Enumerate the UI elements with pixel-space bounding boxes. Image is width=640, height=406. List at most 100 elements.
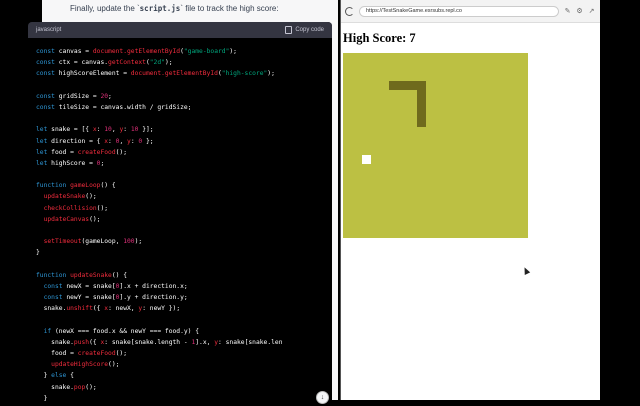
code-language-label: javascript	[36, 27, 62, 33]
code-token: updateSnake	[70, 271, 112, 279]
code-token: }	[36, 249, 40, 257]
code-token: :	[108, 137, 116, 145]
code-line: let snake = [{ x: 10, y: 10 }];	[36, 124, 282, 135]
mouse-cursor-icon	[521, 266, 531, 275]
code-token: gridSize =	[58, 92, 101, 100]
code-token: ].x + direction.x;	[119, 282, 188, 290]
code-line: function gameLoop() {	[36, 180, 282, 191]
code-token: 100	[123, 238, 135, 246]
code-token: direction = {	[51, 137, 105, 145]
code-token: getContext	[108, 59, 146, 67]
code-token: ].y + direction.y;	[119, 294, 188, 302]
code-token: createFood	[77, 148, 116, 156]
code-line: }	[36, 247, 282, 258]
scroll-down-button[interactable]: ↓	[316, 391, 329, 404]
code-line: let direction = { x: 0, y: 0 };	[36, 136, 282, 147]
code-token: createFood	[77, 350, 116, 358]
code-token: ();	[89, 215, 101, 223]
code-token: function	[36, 271, 71, 279]
code-token: :	[123, 126, 131, 134]
code-header: javascript Copy code	[28, 22, 332, 38]
code-line: const canvas = document.getElementById("…	[36, 46, 282, 57]
code-line: snake.unshift({ x: newX, y: newY });	[36, 303, 282, 314]
intro-suffix: ` file to track the high score:	[180, 4, 279, 13]
code-token: ();	[85, 383, 97, 391]
intro-prefix: Finally, update the `	[70, 4, 140, 13]
snake-segment	[417, 117, 427, 127]
snake-segment	[417, 90, 427, 100]
code-token: 20	[100, 92, 109, 100]
code-token: canvas =	[58, 48, 93, 55]
game-board[interactable]	[343, 53, 528, 238]
code-line: setTimeout(gameLoop, 100);	[36, 236, 282, 247]
code-token: ].x,	[195, 338, 215, 346]
clipboard-icon	[285, 26, 293, 34]
code-token: const	[36, 59, 59, 67]
code-token: "2d"	[149, 59, 165, 67]
code-token: gameLoop	[70, 182, 101, 190]
code-token: : newY });	[142, 305, 181, 313]
copy-code-label: Copy code	[295, 27, 324, 33]
code-line: snake.pop();	[36, 382, 282, 393]
code-line: const gridSize = 20;	[36, 91, 282, 102]
code-line: }	[36, 393, 282, 404]
code-content[interactable]: const canvas = document.getElementById("…	[36, 46, 282, 404]
code-token: ();	[108, 361, 120, 369]
wrench-icon[interactable]: ⚙	[576, 8, 583, 15]
code-token: ;	[100, 159, 105, 167]
code-token: unshift	[66, 305, 93, 313]
code-token: ({	[89, 338, 101, 346]
code-token: const	[43, 282, 67, 290]
code-token: () {	[111, 271, 127, 279]
code-token: newY = snake[	[66, 294, 116, 302]
address-bar: https://TestSnakeGame.esrsubs.repl.co ✎ …	[341, 0, 601, 23]
copy-code-button[interactable]: Copy code	[285, 26, 324, 34]
external-link-icon[interactable]: ↗	[588, 8, 595, 15]
code-line: const newX = snake[0].x + direction.x;	[36, 281, 282, 292]
code-token: highScoreElement =	[58, 70, 131, 78]
code-token: ;	[108, 92, 112, 100]
code-line: function updateSnake() {	[36, 270, 282, 281]
code-token: tileSize = canvas.width / gridSize;	[58, 103, 192, 111]
code-token: );	[229, 48, 237, 55]
code-token: function	[36, 182, 71, 190]
code-token: let	[36, 148, 52, 156]
code-token: updateHighScore	[51, 361, 109, 369]
code-token: const	[43, 294, 67, 302]
code-token: };	[142, 137, 154, 145]
code-line: updateSnake();	[36, 191, 282, 202]
code-token: let	[36, 137, 52, 145]
code-token: (gameLoop,	[81, 238, 124, 246]
code-token: updateCanvas	[43, 215, 90, 223]
code-token: const	[36, 48, 59, 55]
code-token: highScore =	[51, 159, 97, 167]
code-token: food =	[51, 148, 78, 156]
code-token: "high-score"	[221, 70, 268, 78]
reload-icon[interactable]	[345, 6, 354, 16]
pencil-icon[interactable]: ✎	[564, 8, 571, 15]
code-token: if	[43, 327, 55, 335]
code-token: );	[164, 59, 173, 67]
code-token: {	[70, 372, 74, 380]
url-input[interactable]: https://TestSnakeGame.esrsubs.repl.co	[359, 5, 559, 17]
snake-segment	[417, 108, 427, 118]
code-token: }];	[138, 126, 154, 134]
code-token: const	[36, 70, 59, 78]
code-token: const	[36, 92, 59, 100]
code-token: let	[36, 159, 52, 167]
code-line: let highScore = 0;	[36, 158, 282, 169]
code-token: ();	[96, 204, 109, 212]
snake-segment	[417, 80, 427, 90]
code-token: snake.	[36, 338, 74, 346]
screen-edge	[600, 0, 640, 400]
code-line: updateHighScore();	[36, 359, 282, 370]
